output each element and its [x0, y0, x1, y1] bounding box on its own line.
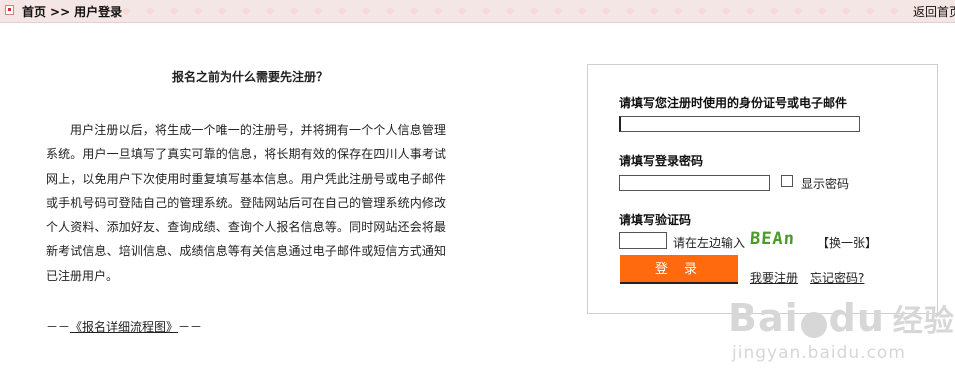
login-button[interactable]: 登 录 — [620, 255, 738, 284]
refresh-captcha-link[interactable]: 【换一张】 — [817, 234, 877, 251]
page-icon — [5, 5, 14, 15]
login-panel: 请填写您注册时使用的身份证号或电子邮件 请填写登录密码 显示密码 请填写验证码 … — [587, 64, 938, 314]
watermark-logo-left: Bai — [728, 296, 799, 340]
back-home-link[interactable]: 返回首页 — [913, 3, 955, 20]
flow-chart-line: －－《报名详细流程图》－－ — [46, 318, 202, 335]
baidu-watermark: Bai du 经验 jingyan.baidu.com — [728, 296, 955, 363]
captcha-input[interactable] — [619, 232, 667, 249]
captcha-hint: 请在左边输入 — [673, 236, 746, 250]
breadcrumb-current: 用户登录 — [74, 5, 123, 19]
captcha-label: 请填写验证码 — [619, 213, 692, 227]
flow-suffix: －－ — [178, 320, 203, 334]
breadcrumb-home-link[interactable]: 首页 — [22, 5, 46, 19]
show-password-checkbox[interactable] — [781, 175, 793, 187]
flow-chart-link[interactable]: 《报名详细流程图》 — [70, 320, 178, 334]
show-password-label: 显示密码 — [801, 177, 850, 191]
paw-icon — [800, 311, 827, 338]
info-paragraph: 用户注册以后，将生成一个唯一的注册号，并将拥有一个个人信息管理系统。用户一旦填写… — [46, 123, 446, 283]
register-link[interactable]: 我要注册 — [750, 269, 798, 286]
flow-prefix: －－ — [46, 320, 71, 334]
captcha-image: BEAn — [749, 229, 796, 249]
password-label: 请填写登录密码 — [619, 154, 704, 168]
info-title: 报名之前为什么需要先注册？ — [171, 70, 328, 84]
id-label: 请填写您注册时使用的身份证号或电子邮件 — [619, 96, 848, 110]
breadcrumb-separator: >> — [50, 5, 71, 19]
registration-info: 报名之前为什么需要先注册？ 用户注册以后，将生成一个唯一的注册号，并将拥有一个个… — [46, 68, 446, 334]
password-input[interactable] — [619, 175, 770, 191]
watermark-logo-right: du — [828, 296, 885, 340]
breadcrumb: 首页 >> 用户登录 — [22, 3, 122, 20]
id-input[interactable] — [619, 116, 860, 132]
forgot-password-link[interactable]: 忘记密码? — [810, 269, 864, 286]
top-breadcrumb-bar: 首页 >> 用户登录 返回首页 — [0, 0, 955, 23]
watermark-url: jingyan.baidu.com — [732, 343, 906, 363]
watermark-logo-cn: 经验 — [892, 304, 955, 339]
